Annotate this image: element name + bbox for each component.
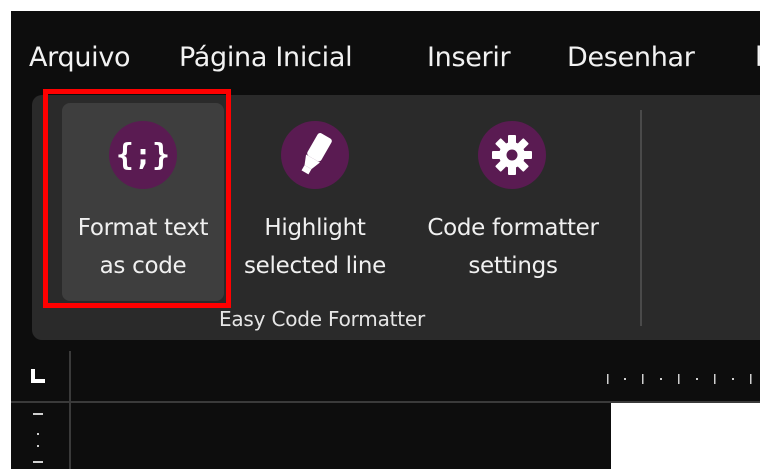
gear-icon bbox=[478, 121, 546, 189]
highlighter-icon bbox=[281, 121, 349, 189]
menu-bar: Arquivo Página Inicial Inserir Desenhar … bbox=[11, 11, 760, 95]
word-app-window: Arquivo Página Inicial Inserir Desenhar … bbox=[11, 11, 760, 469]
ruler-corner-divider bbox=[69, 351, 71, 469]
vertical-ruler bbox=[11, 403, 69, 469]
highlight-selected-line-button[interactable]: Highlight selected line bbox=[228, 103, 402, 301]
ribbon-group-label: Easy Code Formatter bbox=[218, 307, 426, 331]
menu-tab-pagina-inicial[interactable]: Página Inicial bbox=[179, 42, 353, 73]
ribbon-group-divider bbox=[640, 110, 642, 326]
tab-stop-selector-icon[interactable] bbox=[31, 368, 45, 383]
menu-tab-arquivo[interactable]: Arquivo bbox=[29, 42, 131, 73]
menu-tab-truncated[interactable]: l bbox=[755, 42, 760, 73]
code-formatter-settings-label: Code formatter settings bbox=[427, 215, 599, 279]
document-page[interactable] bbox=[611, 403, 760, 469]
highlight-selected-line-label: Highlight selected line bbox=[243, 215, 386, 279]
horizontal-ruler bbox=[11, 351, 760, 403]
red-highlight-outline bbox=[43, 89, 231, 308]
menu-tab-inserir[interactable]: Inserir bbox=[427, 42, 511, 73]
code-formatter-settings-button[interactable]: Code formatter settings bbox=[408, 103, 618, 301]
ruler-ticks bbox=[607, 371, 760, 384]
menu-tab-desenhar[interactable]: Desenhar bbox=[567, 42, 695, 73]
